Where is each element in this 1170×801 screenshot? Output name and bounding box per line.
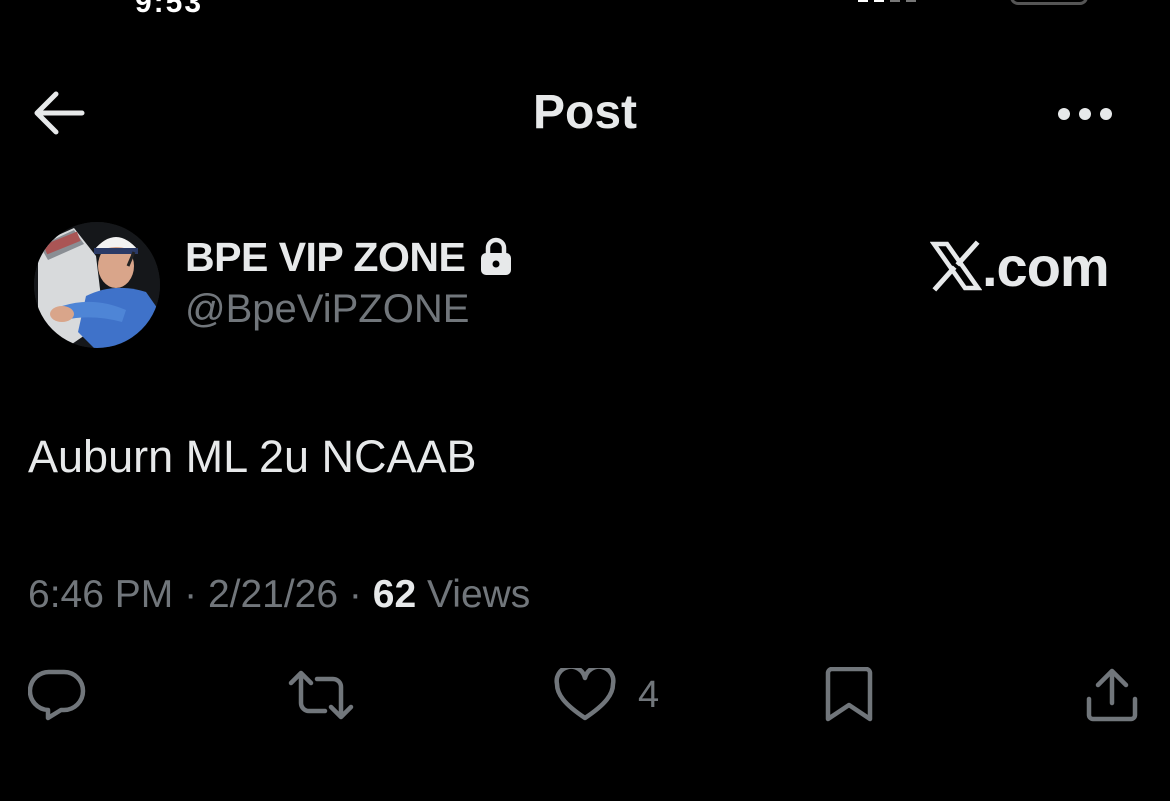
heart-icon [554,668,616,721]
views-count[interactable]: 62 [373,573,416,616]
lock-icon [481,237,512,275]
post-text: Auburn ML 2u NCAAB [28,431,477,482]
post-date[interactable]: 2/21/26 [208,573,338,616]
post-time[interactable]: 6:46 PM [28,573,173,616]
avatar[interactable] [34,222,160,348]
bookmark-button[interactable] [822,664,876,726]
more-options-button[interactable] [1052,92,1118,136]
repost-icon [288,670,354,720]
page-title: Post [532,86,637,139]
author-name-row: BPE VIP ZONE [185,232,513,282]
like-button[interactable]: 4 [554,664,659,726]
like-count: 4 [638,673,660,716]
avatar-image [34,222,160,348]
reply-button[interactable] [28,664,86,726]
status-bar-time: 9:53 [135,0,204,19]
views-label[interactable]: Views [427,573,530,616]
arrow-left-icon [34,91,85,135]
repost-button[interactable] [287,664,355,726]
x-logo-icon [930,240,982,292]
reply-icon [28,669,86,721]
more-horizontal-icon [1058,108,1112,120]
brand-domain-text: .com [982,234,1110,298]
signal-icon [858,0,916,2]
meta-separator: · [184,573,198,616]
share-icon [1086,668,1138,722]
battery-icon [1010,0,1088,5]
post-meta: 6:46 PM · 2/21/26 · 62 Views [28,570,530,620]
back-button[interactable] [28,84,90,142]
author-display-name[interactable]: BPE VIP ZONE [185,234,466,281]
meta-separator: · [348,573,362,616]
x-com-watermark: .com [930,233,1110,299]
author-handle[interactable]: @BpeViPZONE [185,287,469,332]
bookmark-icon [825,667,873,722]
share-button[interactable] [1083,664,1141,726]
